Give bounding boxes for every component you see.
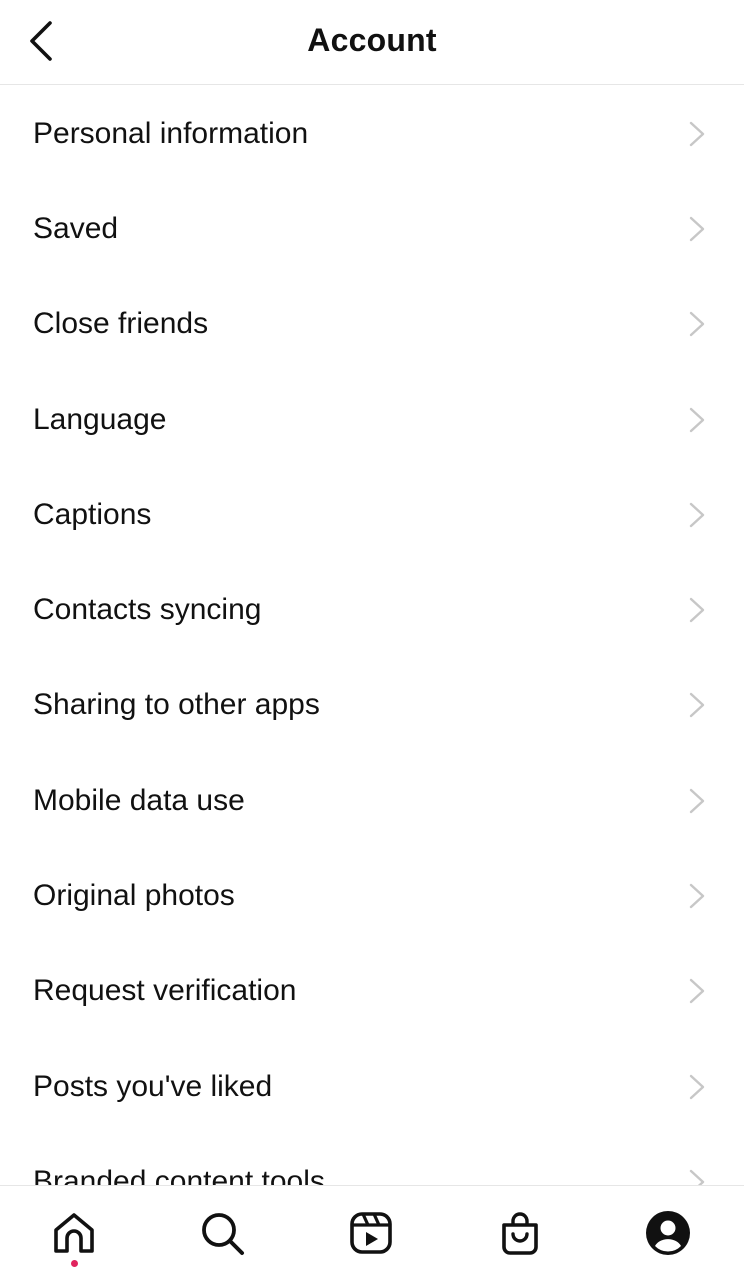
chevron-right-icon (688, 596, 706, 624)
menu-item-label: Original photos (33, 879, 235, 913)
menu-item-label: Captions (33, 497, 152, 531)
shopping-bag-icon (502, 1212, 538, 1255)
menu-item-request-verification[interactable]: Request verification (0, 944, 744, 1039)
chevron-right-icon (688, 501, 706, 529)
menu-item-label: Language (33, 402, 167, 436)
notification-dot (71, 1260, 78, 1267)
tab-profile[interactable] (643, 1208, 693, 1258)
reels-icon (350, 1212, 392, 1254)
menu-item-label: Request verification (33, 974, 297, 1008)
chevron-right-icon (688, 787, 706, 815)
profile-icon (646, 1211, 690, 1255)
menu-item-close-friends[interactable]: Close friends (0, 277, 744, 372)
chevron-right-icon (688, 1073, 706, 1101)
menu-item-label: Branded content tools (33, 1164, 325, 1185)
tab-shop[interactable] (495, 1208, 545, 1258)
home-icon (54, 1213, 94, 1253)
bottom-tab-bar (0, 1185, 744, 1280)
page-title: Account (307, 22, 437, 58)
menu-item-branded-content-tools[interactable]: Branded content tools (0, 1134, 744, 1185)
menu-item-language[interactable]: Language (0, 372, 744, 467)
menu-item-label: Saved (33, 211, 119, 245)
chevron-right-icon (688, 310, 706, 338)
menu-item-personal-information[interactable]: Personal information (0, 86, 744, 181)
menu-item-label: Mobile data use (33, 783, 245, 817)
menu-item-label: Close friends (33, 307, 209, 341)
menu-item-mobile-data-use[interactable]: Mobile data use (0, 753, 744, 848)
menu-item-sharing-to-other-apps[interactable]: Sharing to other apps (0, 658, 744, 753)
tab-reels[interactable] (346, 1208, 396, 1258)
chevron-right-icon (688, 977, 706, 1005)
menu-item-label: Sharing to other apps (33, 688, 320, 722)
search-icon (202, 1213, 244, 1255)
menu-item-posts-youve-liked[interactable]: Posts you've liked (0, 1039, 744, 1134)
tab-home[interactable] (49, 1208, 99, 1258)
chevron-right-icon (688, 406, 706, 434)
chevron-right-icon (688, 1168, 706, 1185)
chevron-right-icon (688, 215, 706, 243)
menu-item-saved[interactable]: Saved (0, 181, 744, 276)
chevron-right-icon (688, 882, 706, 910)
menu-item-label: Personal information (33, 116, 309, 150)
menu-item-label: Posts you've liked (33, 1069, 273, 1103)
chevron-right-icon (688, 691, 706, 719)
menu-item-captions[interactable]: Captions (0, 467, 744, 562)
header-bar: Account (0, 0, 744, 85)
menu-item-contacts-syncing[interactable]: Contacts syncing (0, 562, 744, 657)
menu-item-label: Contacts syncing (33, 593, 262, 627)
chevron-right-icon (688, 120, 706, 148)
account-menu-list: Personal information Saved Close friends… (0, 86, 744, 1185)
tab-search[interactable] (197, 1208, 247, 1258)
menu-item-original-photos[interactable]: Original photos (0, 848, 744, 943)
